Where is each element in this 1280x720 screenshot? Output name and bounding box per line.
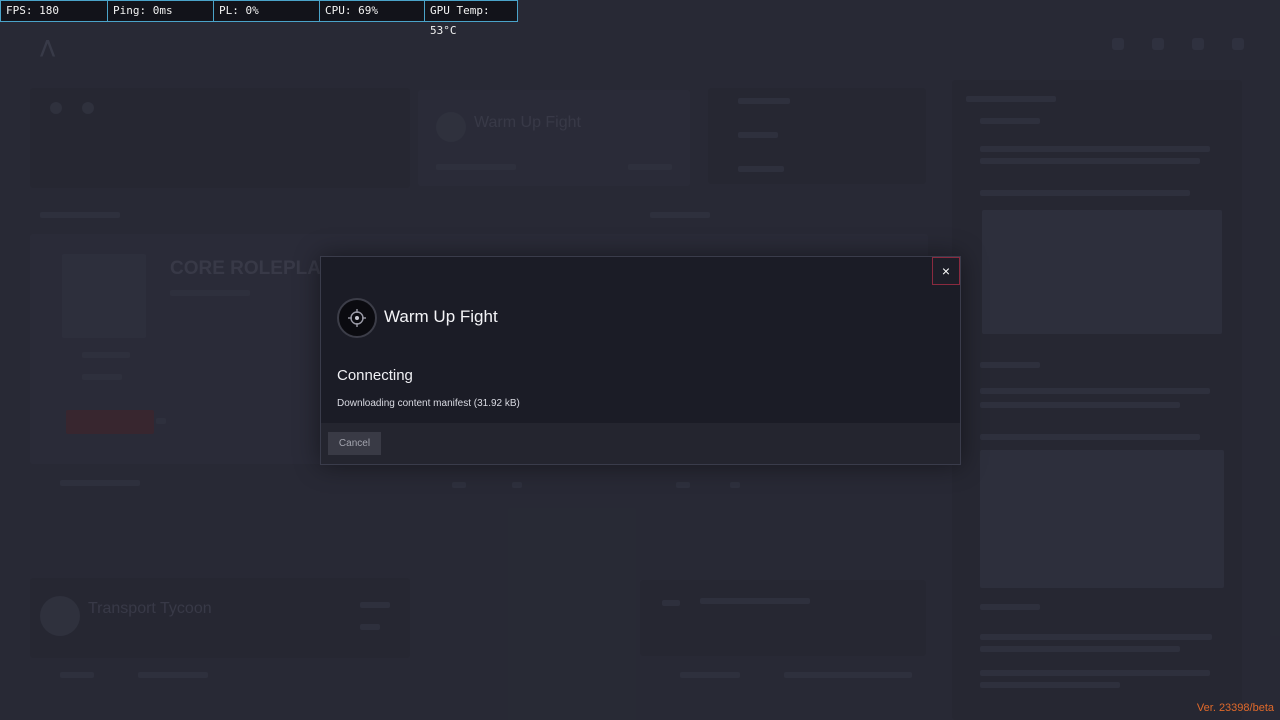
connection-status-detail: Downloading content manifest (31.92 kB) xyxy=(337,398,520,409)
connection-status-title: Connecting xyxy=(337,367,413,384)
crosshair-icon xyxy=(337,298,377,338)
close-icon[interactable]: × xyxy=(932,257,960,285)
version-label: Ver. 23398/beta xyxy=(1196,702,1274,714)
performance-overlay: FPS: 180 Ping: 0ms PL: 0% CPU: 69% GPU T… xyxy=(0,0,518,37)
packet-loss-readout: PL: 0% xyxy=(213,0,320,22)
gpu-temp-readout: GPU Temp: 53°C xyxy=(424,0,518,37)
cpu-readout: CPU: 69% xyxy=(319,0,425,22)
connecting-dialog: × Warm Up Fight Connecting Downloading c… xyxy=(320,256,961,465)
ping-readout: Ping: 0ms xyxy=(107,0,214,22)
app-root: ⋀ Warm Up Fight CORE ROLEPLAY Transport … xyxy=(0,0,1280,720)
server-name: Warm Up Fight xyxy=(384,307,498,326)
fps-readout: FPS: 180 xyxy=(0,0,108,22)
cancel-button[interactable]: Cancel xyxy=(328,432,381,455)
dialog-footer: Cancel xyxy=(321,423,960,464)
